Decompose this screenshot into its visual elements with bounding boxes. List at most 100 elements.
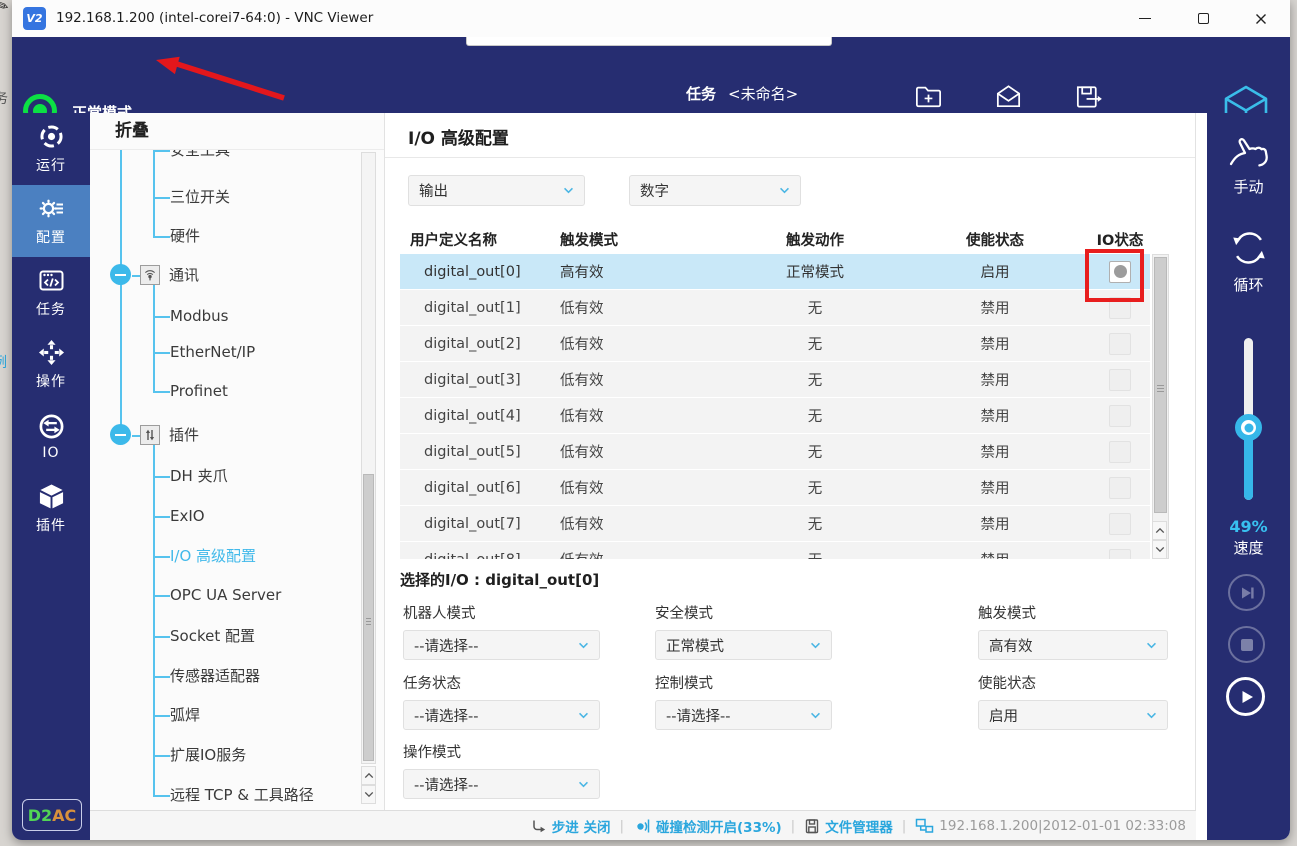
tree-rail	[153, 150, 155, 236]
scroll-up-button[interactable]	[361, 766, 376, 785]
chevron-down-icon	[578, 712, 589, 719]
field-select[interactable]: 启用	[978, 700, 1168, 730]
left-nav: 运行 配置 任务 操作 IO 插件 D2AC	[12, 113, 90, 840]
tree-scrollbar[interactable]	[361, 152, 376, 764]
field-label: 操作模式	[403, 741, 600, 762]
field-label: 任务状态	[403, 672, 600, 693]
task-label: 任务	[686, 84, 716, 104]
collision-detection-status[interactable]: 碰撞检测开启(33%)	[633, 816, 782, 836]
cube-icon	[38, 483, 65, 510]
tree-item[interactable]: 硬件	[170, 223, 200, 249]
vnc-toolbar-tab[interactable]	[466, 37, 832, 46]
sidebar-item-plugin[interactable]: 插件	[12, 473, 90, 545]
field-select[interactable]: --请选择--	[403, 769, 600, 799]
chevron-down-icon	[810, 642, 821, 649]
tree-item[interactable]: EtherNet/IP	[170, 339, 255, 365]
tree-item[interactable]: Modbus	[170, 303, 228, 329]
maximize-icon	[1198, 13, 1209, 24]
tree-item[interactable]: Profinet	[170, 378, 228, 404]
tree-item[interactable]: 安全工具	[170, 150, 230, 163]
sidebar-item-label: 运行	[36, 155, 66, 175]
collapse-toggle-icon[interactable]	[110, 264, 131, 285]
scroll-down-button[interactable]	[361, 785, 376, 804]
io-config-field: 触发模式 高有效	[978, 602, 1168, 660]
sidebar-item-io[interactable]: IO	[12, 401, 90, 473]
tree-item[interactable]: Socket 配置	[170, 623, 255, 649]
sidebar-item-task[interactable]: 任务	[12, 257, 90, 329]
minimize-button[interactable]	[1116, 0, 1174, 37]
tree-item[interactable]: OPC UA Server	[170, 582, 281, 608]
chevron-down-icon	[1146, 642, 1157, 649]
code-window-icon	[38, 267, 65, 294]
collapse-button[interactable]: 折叠	[90, 113, 384, 150]
sidebar-item-label: 插件	[36, 515, 66, 535]
antenna-icon	[140, 265, 160, 285]
manual-mode-button[interactable]: 手动	[1207, 133, 1290, 197]
tree-item[interactable]: 弧焊	[170, 702, 200, 728]
step-forward-button[interactable]	[1228, 574, 1265, 611]
speed-slider-knob[interactable]	[1235, 414, 1262, 441]
desktop: ✎ 务 例 V2 192.168.1.200 (intel-corei7-64:…	[0, 0, 1297, 846]
io-config-field: 机器人模式 --请选择--	[403, 602, 600, 660]
sidebar-item-label: IO	[42, 445, 59, 461]
field-select[interactable]: --请选择--	[403, 630, 600, 660]
field-select[interactable]: 高有效	[978, 630, 1168, 660]
updown-arrows-icon	[140, 425, 160, 445]
chevron-down-icon	[578, 642, 589, 649]
tree-item[interactable]: ExIO	[170, 503, 205, 529]
play-button[interactable]	[1226, 677, 1265, 716]
field-select[interactable]: --请选择--	[403, 700, 600, 730]
separator: |	[902, 818, 907, 834]
file-manager-button[interactable]: 文件管理器	[804, 816, 893, 836]
sidebar-item-run[interactable]: 运行	[12, 113, 90, 185]
tree-item-comm[interactable]: 通讯	[140, 262, 199, 288]
cycle-mode-button[interactable]: 循环	[1207, 227, 1290, 295]
task-value: <未命名>	[728, 84, 798, 104]
desktop-text-fragment: 务	[0, 88, 8, 108]
tree-item-plugins[interactable]: 插件	[140, 422, 199, 448]
io-config-field: 操作模式 --请选择--	[403, 741, 600, 799]
network-icon	[915, 818, 934, 834]
speed-value: 49%	[1207, 517, 1290, 536]
field-label: 使能状态	[978, 672, 1168, 693]
tree-item-io-advanced-config[interactable]: I/O 高级配置	[170, 543, 256, 569]
io-config-field: 控制模式 --请选择--	[655, 672, 832, 730]
open-icon	[993, 81, 1024, 112]
tree-item[interactable]: 传感器适配器	[170, 663, 260, 689]
collapse-toggle-icon[interactable]	[110, 424, 131, 445]
tree-item[interactable]: 三位开关	[170, 184, 230, 210]
separator: |	[791, 818, 796, 834]
tree-item[interactable]: DH 夹爪	[170, 463, 228, 489]
io-config-field: 任务状态 --请选择--	[403, 672, 600, 730]
maximize-button[interactable]	[1174, 0, 1232, 37]
hand-icon	[1226, 133, 1272, 171]
status-bar: 步进 关闭 | 碰撞检测开启(33%) | 文件管理器 | 192.168.1.…	[90, 810, 1196, 840]
scrollbar-thumb[interactable]	[363, 474, 374, 761]
minimize-icon	[1139, 18, 1151, 20]
tree-item[interactable]: 扩展IO服务	[170, 742, 246, 768]
step-icon	[531, 818, 547, 834]
desktop-artifact: ✎	[0, 0, 12, 17]
sidebar-item-operate[interactable]: 操作	[12, 329, 90, 401]
window-title: 192.168.1.200 (intel-corei7-64:0) - VNC …	[56, 10, 373, 26]
sidebar-item-label: 配置	[36, 227, 66, 247]
speed-readout: 49% 速度	[1207, 517, 1290, 558]
close-button[interactable]	[1232, 0, 1290, 37]
config-tree: 安全工具 三位开关 硬件 通讯 Modbus EtherNet/IP Profi…	[90, 150, 384, 810]
sidebar-item-config[interactable]: 配置	[12, 185, 90, 257]
device-badge[interactable]: D2AC	[22, 799, 82, 831]
stop-button[interactable]	[1228, 626, 1265, 663]
step-mode-status[interactable]: 步进 关闭	[531, 816, 611, 836]
stop-icon	[1241, 639, 1253, 651]
save-icon	[1073, 81, 1104, 112]
cycle-label: 循环	[1233, 274, 1263, 295]
field-select[interactable]: --请选择--	[655, 700, 832, 730]
tree-item[interactable]: 远程 TCP & 工具路径	[170, 782, 314, 808]
window-controls	[1116, 0, 1290, 37]
field-label: 机器人模式	[403, 602, 600, 623]
file-manager-icon	[804, 818, 820, 834]
play-icon	[1236, 687, 1256, 707]
config-tree-panel: 折叠 安全工具 三位开关 硬件 通讯 Modbus EtherNet/IP Pr…	[90, 113, 385, 810]
field-select[interactable]: 正常模式	[655, 630, 832, 660]
new-file-icon	[913, 81, 944, 112]
